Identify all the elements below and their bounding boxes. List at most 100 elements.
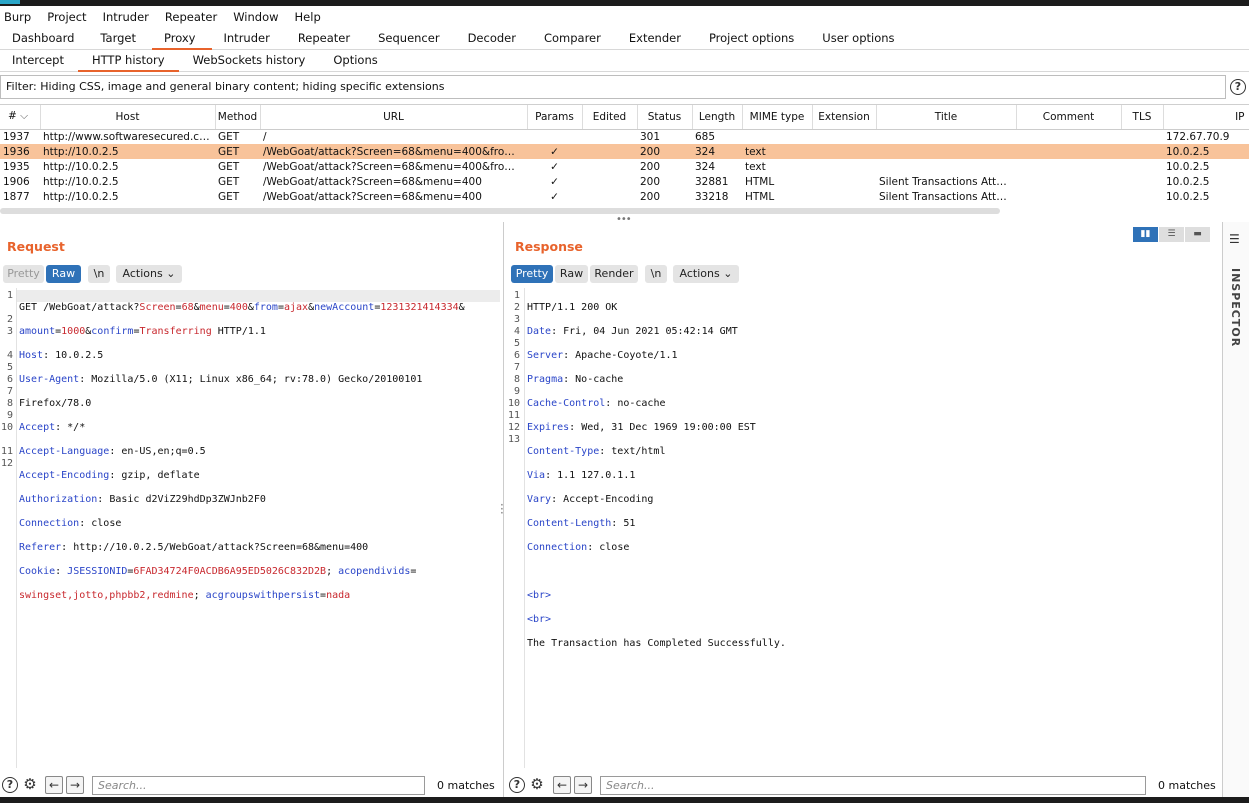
col-length[interactable]: Length (692, 105, 743, 130)
request-raw-button[interactable]: Raw (46, 265, 81, 283)
table-row[interactable]: 1937 http://www.softwaresecured.com GET / 30… (0, 129, 1249, 144)
col-status[interactable]: Status (637, 105, 693, 130)
request-line-7: Authorization: Basic d2ViZ29hdDp3ZWJnb2F… (19, 494, 266, 505)
menu-help[interactable]: Help (295, 10, 321, 24)
response-line-12 (527, 566, 786, 578)
line-number: 4 (513, 326, 520, 337)
layout-stacked-icon[interactable]: ☰ (1159, 227, 1184, 242)
request-pretty-button[interactable]: Pretty (3, 265, 44, 283)
line-number: 7 (6, 386, 13, 397)
request-next-arrow-icon[interactable]: → (66, 776, 84, 794)
row-mime: text (742, 144, 812, 159)
table-row[interactable]: 1906 http://10.0.2.5 GET/WebGoat/attack?Sc… (0, 174, 1249, 189)
tab-options[interactable]: Options (321, 50, 389, 71)
tab-comparer[interactable]: Comparer (532, 28, 617, 49)
tab-repeater[interactable]: Repeater (286, 28, 366, 49)
line-number: 7 (513, 362, 520, 373)
tab-decoder[interactable]: Decoder (456, 28, 532, 49)
line-number: 9 (6, 410, 13, 421)
response-pretty-button[interactable]: Pretty (511, 265, 553, 283)
request-newline-button[interactable]: \n (88, 265, 110, 283)
splitter-handle[interactable]: ••• (616, 214, 632, 225)
col-number[interactable]: # ⌵ (0, 105, 41, 130)
response-render-button[interactable]: Render (590, 265, 638, 283)
row-length: 685 (695, 130, 716, 143)
tab-proxy[interactable]: Proxy (151, 28, 212, 50)
tab-dashboard[interactable]: Dashboard (0, 28, 88, 49)
response-next-arrow-icon[interactable]: → (574, 776, 592, 794)
row-params: ✓ (550, 160, 559, 173)
tab-http-history[interactable]: HTTP history (77, 50, 179, 72)
row-length: 324 (692, 144, 742, 159)
layout-toggle-group: ▮▮ ☰ ▬ (1133, 227, 1211, 242)
menu-project[interactable]: Project (47, 10, 86, 24)
col-title[interactable]: Title (876, 105, 1017, 130)
row-params: ✓ (527, 144, 582, 159)
response-title: Response (515, 239, 583, 254)
tab-websockets-history[interactable]: WebSockets history (179, 50, 322, 71)
layout-tabs-icon[interactable]: ▬ (1185, 227, 1210, 242)
tab-user-options[interactable]: User options (810, 28, 906, 49)
request-actions-button[interactable]: Actions ⌄ (116, 265, 182, 283)
help-icon[interactable]: ? (1230, 79, 1246, 95)
col-comment[interactable]: Comment (1016, 105, 1122, 130)
col-tls[interactable]: TLS (1121, 105, 1164, 130)
tab-intercept[interactable]: Intercept (0, 50, 78, 71)
response-help-icon[interactable]: ? (509, 777, 525, 793)
menu-intruder[interactable]: Intruder (103, 10, 149, 24)
response-line-13-c: The Transaction has Completed Successful… (527, 638, 786, 649)
window-bottom-strip (0, 797, 1249, 803)
col-extension[interactable]: Extension (812, 105, 877, 130)
response-editor[interactable]: HTTP/1.1 200 OK Date: Fri, 04 Jun 2021 0… (527, 290, 786, 662)
response-actions-button[interactable]: Actions ⌄ (673, 265, 739, 283)
request-editor[interactable]: GET /WebGoat/attack?Screen=68&menu=400&f… (19, 290, 465, 614)
tab-extender[interactable]: Extender (617, 28, 697, 49)
tab-intruder[interactable]: Intruder (212, 28, 286, 49)
row-method: GET (218, 130, 240, 143)
table-row[interactable]: 1935 http://10.0.2.5 GET/WebGoat/attack?Sc… (0, 159, 1249, 174)
response-line-11: Connection: close (527, 542, 630, 553)
col-method[interactable]: Method (215, 105, 261, 130)
row-extension (812, 129, 876, 144)
table-horizontal-scrollbar[interactable] (0, 208, 1000, 214)
inspector-label[interactable]: INSPECTOR (1229, 268, 1242, 347)
line-number: 1 (6, 290, 13, 301)
tab-project-options[interactable]: Project options (697, 28, 810, 49)
row-edited (582, 174, 637, 189)
col-host[interactable]: Host (40, 105, 216, 130)
response-settings-gear-icon[interactable]: ⚙ (528, 776, 546, 794)
inspector-menu-icon[interactable]: ☰ (1229, 232, 1240, 246)
row-comment (1016, 159, 1121, 174)
filter-bar[interactable]: Filter: Hiding CSS, image and general bi… (0, 75, 1226, 99)
col-params[interactable]: Params (527, 105, 583, 130)
col-ip[interactable]: IP (1163, 105, 1249, 130)
row-comment (1016, 144, 1121, 159)
layout-side-by-side-icon[interactable]: ▮▮ (1133, 227, 1158, 242)
line-number: 2 (513, 302, 520, 313)
response-newline-button[interactable]: \n (645, 265, 667, 283)
table-row[interactable]: 1936 http://10.0.2.5 GET/WebGoat/attack?Sc… (0, 144, 1249, 159)
row-length: 324 (695, 160, 716, 173)
col-edited[interactable]: Edited (582, 105, 638, 130)
col-mime[interactable]: MIME type (742, 105, 813, 130)
request-search-input[interactable]: Search... (92, 776, 425, 795)
row-edited (582, 159, 637, 174)
row-ip: 10.0.2.5 (1163, 144, 1249, 159)
menu-window[interactable]: Window (233, 10, 278, 24)
response-prev-arrow-icon[interactable]: ← (553, 776, 571, 794)
line-number: 9 (513, 386, 520, 397)
menu-burp[interactable]: Burp (4, 10, 31, 24)
tab-sequencer[interactable]: Sequencer (366, 28, 455, 49)
col-url[interactable]: URL (260, 105, 528, 130)
request-settings-gear-icon[interactable]: ⚙ (21, 776, 39, 794)
tab-target[interactable]: Target (88, 28, 152, 49)
row-params: ✓ (550, 175, 559, 188)
response-line-numbers: 1 2 3 4 5 6 7 8 9 10 11 12 13 (508, 290, 520, 470)
request-help-icon[interactable]: ? (2, 777, 18, 793)
table-row[interactable]: 1877 http://10.0.2.5 GET/WebGoat/attack?Sc… (0, 189, 1249, 204)
response-raw-button[interactable]: Raw (555, 265, 588, 283)
request-prev-arrow-icon[interactable]: ← (45, 776, 63, 794)
row-status: 200 (637, 144, 692, 159)
response-search-input[interactable]: Search... (600, 776, 1146, 795)
menu-repeater[interactable]: Repeater (165, 10, 217, 24)
